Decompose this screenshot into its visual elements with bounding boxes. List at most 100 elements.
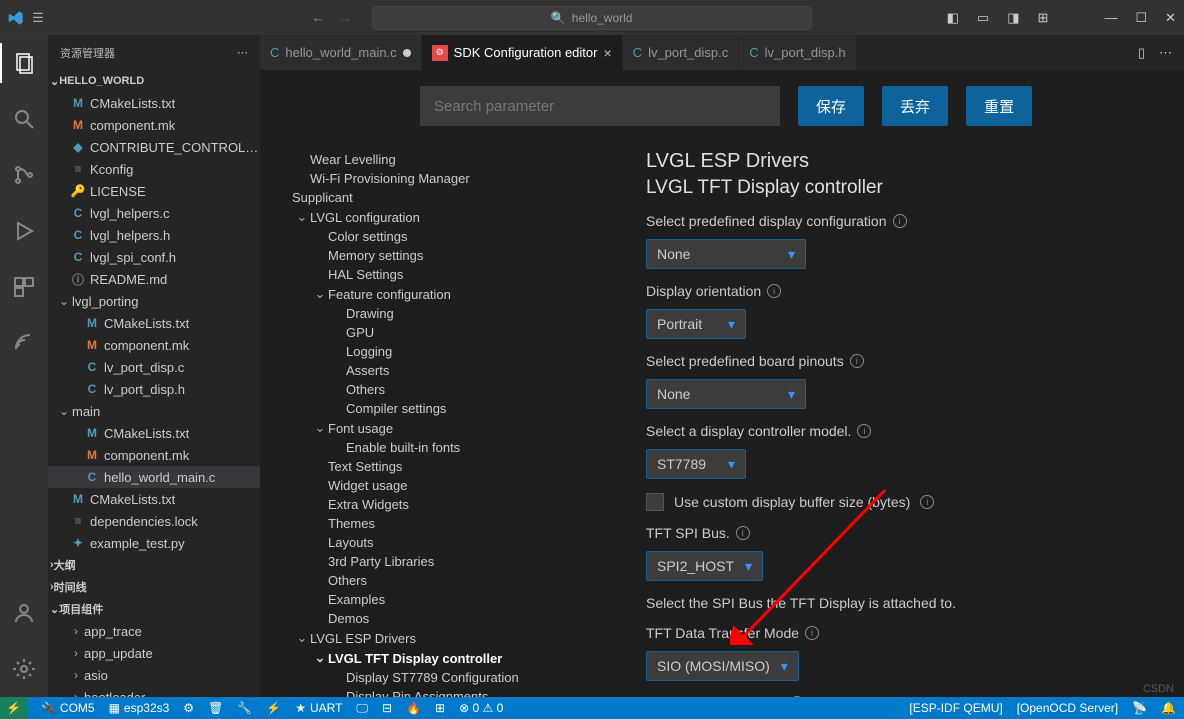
file-row[interactable]: Mcomponent.mk	[48, 114, 260, 136]
window-maximize-icon[interactable]: ☐	[1135, 10, 1147, 26]
config-checkbox[interactable]: Use custom display buffer size (bytes)i	[646, 493, 1164, 511]
info-icon[interactable]: i	[767, 284, 781, 298]
layout-customize-icon[interactable]: ⊞	[1038, 10, 1049, 26]
activity-debug-icon[interactable]	[0, 211, 48, 251]
file-row[interactable]: MCMakeLists.txt	[48, 92, 260, 114]
file-row[interactable]: Clvgl_helpers.c	[48, 202, 260, 224]
config-tree-row[interactable]: Themes	[276, 514, 630, 533]
activity-extensions-icon[interactable]	[0, 267, 48, 307]
save-button[interactable]: 保存	[798, 86, 864, 126]
file-row[interactable]: MCMakeLists.txt	[48, 488, 260, 510]
section-timeline[interactable]: ›时间线	[48, 576, 260, 598]
info-icon[interactable]: i	[850, 354, 864, 368]
component-row[interactable]: ›app_trace	[48, 620, 260, 642]
status-openocd[interactable]: [OpenOCD Server]	[1017, 701, 1118, 715]
config-select[interactable]: SIO (MOSI/MISO)	[646, 651, 799, 681]
config-tree-row[interactable]: ⌄Font usage	[276, 418, 630, 438]
config-tree-row[interactable]: ⌄LVGL configuration	[276, 207, 630, 227]
file-row[interactable]: Mcomponent.mk	[48, 334, 260, 356]
status-uart[interactable]: ★ UART	[295, 701, 342, 715]
config-tree-row[interactable]: HAL Settings	[276, 265, 630, 284]
activity-settings-icon[interactable]	[0, 649, 48, 689]
config-select[interactable]: SPI2_HOST	[646, 551, 763, 581]
config-tree-row[interactable]: Logging	[276, 342, 630, 361]
config-tree-row[interactable]: Examples	[276, 590, 630, 609]
sidebar-more-icon[interactable]: ⋯	[237, 46, 248, 59]
status-gear-icon[interactable]: ⚙	[183, 701, 194, 715]
file-row[interactable]: 🔑LICENSE	[48, 180, 260, 202]
window-minimize-icon[interactable]: —	[1104, 10, 1117, 25]
config-tree-row[interactable]: Demos	[276, 609, 630, 628]
editor-tab[interactable]: Clv_port_disp.c	[623, 35, 740, 70]
layout-toggle-panel-icon[interactable]: ▭	[977, 10, 989, 26]
config-select[interactable]: None	[646, 239, 806, 269]
config-select[interactable]: Portrait	[646, 309, 746, 339]
layout-toggle-primary-icon[interactable]: ◧	[947, 10, 959, 26]
info-icon[interactable]: i	[857, 424, 871, 438]
search-parameter-input[interactable]	[420, 86, 780, 126]
file-row[interactable]: MCMakeLists.txt	[48, 422, 260, 444]
config-tree-row[interactable]: Wear Levelling	[276, 150, 630, 169]
command-center[interactable]: 🔍 hello_world	[372, 6, 812, 30]
config-tree-row[interactable]: ⌄LVGL ESP Drivers	[276, 628, 630, 648]
status-build-icon[interactable]: 🔧	[237, 701, 252, 715]
status-action2-icon[interactable]: ⊞	[435, 701, 445, 715]
file-row[interactable]: MCMakeLists.txt	[48, 312, 260, 334]
activity-search-icon[interactable]	[0, 99, 48, 139]
config-tree-row[interactable]: Memory settings	[276, 246, 630, 265]
status-bell-icon[interactable]: 🔔	[1161, 701, 1176, 715]
config-tree-row[interactable]: Extra Widgets	[276, 495, 630, 514]
folder-lvgl-porting[interactable]: ⌄lvgl_porting	[48, 290, 260, 312]
config-tree-row[interactable]: Color settings	[276, 227, 630, 246]
reset-button[interactable]: 重置	[966, 86, 1032, 126]
config-select[interactable]: None	[646, 379, 806, 409]
config-tree-row[interactable]: Display Pin Assignments	[276, 687, 630, 697]
window-close-icon[interactable]: ✕	[1165, 10, 1176, 26]
section-outline[interactable]: ›大纲	[48, 554, 260, 576]
config-tree-row[interactable]: Display ST7789 Configuration	[276, 668, 630, 687]
status-remote-icon[interactable]: ⚡	[0, 697, 27, 719]
folder-main[interactable]: ⌄main	[48, 400, 260, 422]
nav-back-icon[interactable]: ←	[312, 10, 325, 25]
activity-espressif-icon[interactable]	[0, 323, 48, 363]
config-tree-row[interactable]: Layouts	[276, 533, 630, 552]
file-row[interactable]: Clv_port_disp.c	[48, 356, 260, 378]
config-tree-row[interactable]: ⌄Feature configuration	[276, 284, 630, 304]
file-row[interactable]: Clvgl_spi_conf.h	[48, 246, 260, 268]
status-chip[interactable]: ▦ esp32s3	[109, 701, 170, 715]
file-row[interactable]: Chello_world_main.c	[48, 466, 260, 488]
config-tree-row[interactable]: Compiler settings	[276, 399, 630, 418]
editor-tab[interactable]: ⚙SDK Configuration editor×	[422, 35, 623, 70]
config-tree-row[interactable]: Text Settings	[276, 457, 630, 476]
activity-scm-icon[interactable]	[0, 155, 48, 195]
file-row[interactable]: ✦example_test.py	[48, 532, 260, 554]
config-tree-row[interactable]: Enable built-in fonts	[276, 438, 630, 457]
tab-split-icon[interactable]: ▯	[1138, 45, 1145, 61]
config-tree-row[interactable]: Drawing	[276, 304, 630, 323]
config-tree-row[interactable]: GPU	[276, 323, 630, 342]
config-tree[interactable]: Wear LevellingWi-Fi Provisioning Manager…	[260, 70, 640, 697]
info-icon[interactable]: i	[893, 214, 907, 228]
menu-icon[interactable]: ☰	[32, 10, 44, 26]
layout-toggle-secondary-icon[interactable]: ◨	[1007, 10, 1019, 26]
config-tree-row[interactable]: Wi-Fi Provisioning Manager	[276, 169, 630, 188]
status-espidf[interactable]: [ESP-IDF QEMU]	[909, 701, 1002, 715]
component-row[interactable]: ›asio	[48, 664, 260, 686]
info-icon[interactable]: i	[790, 696, 804, 697]
section-components[interactable]: ⌄项目组件	[48, 598, 260, 620]
component-row[interactable]: ›app_update	[48, 642, 260, 664]
info-icon[interactable]: i	[805, 626, 819, 640]
file-row[interactable]: ≡Kconfig	[48, 158, 260, 180]
explorer-root[interactable]: ⌄HELLO_WORLD	[48, 70, 260, 92]
file-row[interactable]: ≡dependencies.lock	[48, 510, 260, 532]
tab-more-icon[interactable]: ⋯	[1159, 45, 1172, 61]
info-icon[interactable]: i	[736, 526, 750, 540]
explorer-tree[interactable]: ⌄HELLO_WORLD MCMakeLists.txtMcomponent.m…	[48, 70, 260, 697]
component-row[interactable]: ›bootloader	[48, 686, 260, 697]
config-tree-row[interactable]: Others	[276, 380, 630, 399]
status-com-port[interactable]: 🔌 COM5	[41, 701, 95, 715]
status-errors-icon[interactable]: ⊗ 0 ⚠ 0	[459, 701, 503, 715]
activity-explorer-icon[interactable]	[0, 43, 48, 83]
editor-tab[interactable]: Clv_port_disp.h	[739, 35, 856, 70]
status-flash-icon[interactable]: ⚡	[266, 701, 281, 715]
